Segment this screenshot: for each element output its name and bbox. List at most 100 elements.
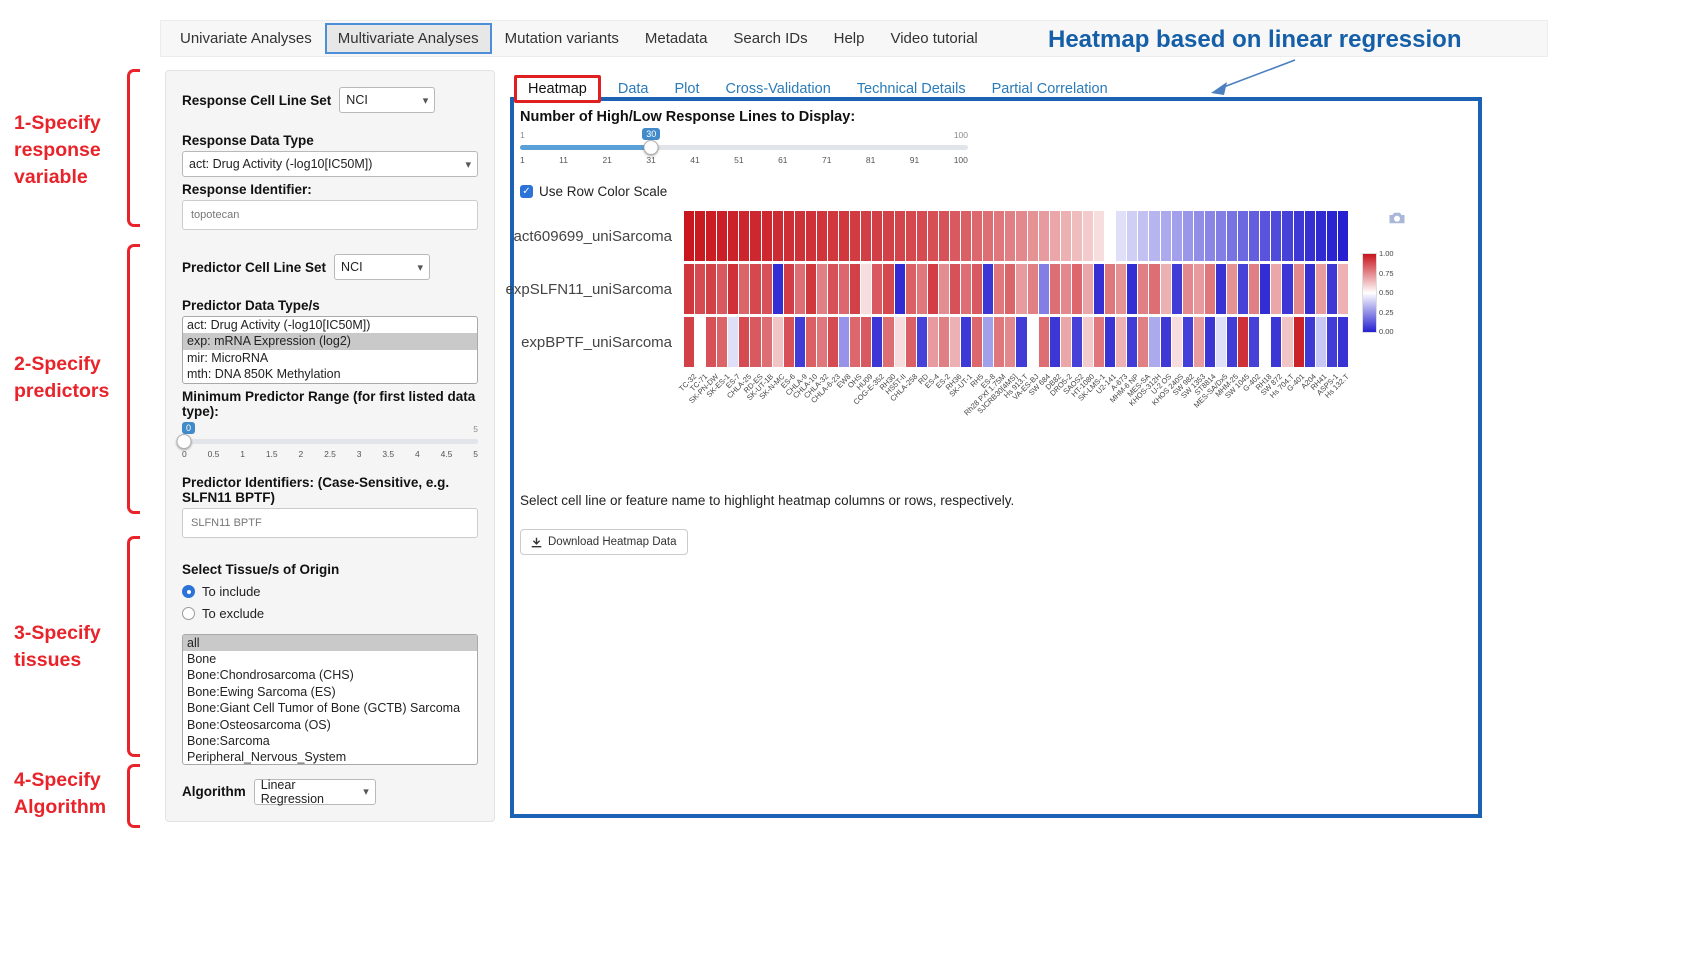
heatmap-cell-r1-c11[interactable] [795,211,805,261]
heatmap-cell-r1-c24[interactable] [939,211,949,261]
heatmap-cell-r2-c14[interactable] [828,264,838,314]
heatmap-cell-r1-c41[interactable] [1127,211,1137,261]
heatmap-cell-r2-c9[interactable] [773,264,783,314]
heatmap-cell-r2-c12[interactable] [806,264,816,314]
nav-item-search-ids[interactable]: Search IDs [720,23,820,54]
heatmap-cell-r2-c16[interactable] [850,264,860,314]
heatmap-cell-r1-c42[interactable] [1138,211,1148,261]
heatmap-cell-r3-c25[interactable] [950,317,960,367]
heatmap-cell-r2-c6[interactable] [739,264,749,314]
heatmap-cell-r1-c34[interactable] [1050,211,1060,261]
heatmap-cell-r1-c22[interactable] [917,211,927,261]
tissue-include-radio[interactable] [182,585,195,598]
heatmap-cell-r1-c9[interactable] [773,211,783,261]
heatmap-cell-r2-c43[interactable] [1149,264,1159,314]
heatmap-cell-r3-c40[interactable] [1116,317,1126,367]
heatmap-cell-r1-c43[interactable] [1149,211,1159,261]
heatmap-cell-r2-c45[interactable] [1172,264,1182,314]
heatmap-cell-r3-c18[interactable] [872,317,882,367]
heatmap-cell-r2-c19[interactable] [883,264,893,314]
heatmap-cell-r2-c13[interactable] [817,264,827,314]
heatmap-cell-r1-c8[interactable] [762,211,772,261]
heatmap-cell-r3-c41[interactable] [1127,317,1137,367]
heatmap-cell-r3-c30[interactable] [1005,317,1015,367]
nav-item-help[interactable]: Help [821,23,878,54]
heatmap-cell-r2-c57[interactable] [1305,264,1315,314]
heatmap-cell-r2-c20[interactable] [895,264,905,314]
heatmap-cell-r2-c23[interactable] [928,264,938,314]
heatmap-cell-r2-c34[interactable] [1050,264,1060,314]
heatmap-cell-r3-c24[interactable] [939,317,949,367]
heatmap-cell-r3-c48[interactable] [1205,317,1215,367]
heatmap-cell-r3-c17[interactable] [861,317,871,367]
heatmap-cell-r3-c39[interactable] [1105,317,1115,367]
heatmap-cell-r2-c4[interactable] [717,264,727,314]
camera-icon[interactable] [1388,211,1406,225]
heatmap-cell-r3-c11[interactable] [795,317,805,367]
list-option-bone-giant-cell-tumor-of-bone-gctb-sarcoma[interactable]: Bone:Giant Cell Tumor of Bone (GCTB) Sar… [183,700,477,716]
heatmap-cell-r1-c48[interactable] [1205,211,1215,261]
heatmap-cell-r3-c37[interactable] [1083,317,1093,367]
algorithm-select[interactable]: Linear Regression ▾ [254,779,376,805]
heatmap-cell-r1-c51[interactable] [1238,211,1248,261]
nav-item-univariate-analyses[interactable]: Univariate Analyses [167,23,325,54]
list-option-act-drug-activity-log10-ic50m[interactable]: act: Drug Activity (-log10[IC50M]) [183,317,477,333]
heatmap-cell-r3-c28[interactable] [983,317,993,367]
heatmap-cell-r3-c22[interactable] [917,317,927,367]
heatmap-cell-r3-c21[interactable] [906,317,916,367]
heatmap-cell-r2-c17[interactable] [861,264,871,314]
heatmap-cell-r1-c23[interactable] [928,211,938,261]
heatmap-cell-r1-c16[interactable] [850,211,860,261]
heatmap-cell-r3-c27[interactable] [972,317,982,367]
heatmap-cell-r1-c49[interactable] [1216,211,1226,261]
heatmap-cell-r1-c32[interactable] [1028,211,1038,261]
heatmap-cell-r1-c33[interactable] [1039,211,1049,261]
heatmap-cell-r1-c14[interactable] [828,211,838,261]
heatmap-cell-r1-c57[interactable] [1305,211,1315,261]
response-cell-line-set-select[interactable]: NCI ▾ [339,87,435,113]
heatmap-cell-r1-c54[interactable] [1271,211,1281,261]
heatmap-cell-r2-c40[interactable] [1116,264,1126,314]
heatmap-cell-r3-c34[interactable] [1050,317,1060,367]
heatmap-cell-r2-c51[interactable] [1238,264,1248,314]
heatmap-cell-r2-c2[interactable] [695,264,705,314]
heatmap[interactable] [684,211,1348,367]
heatmap-cell-r3-c29[interactable] [994,317,1004,367]
heatmap-cell-r3-c15[interactable] [839,317,849,367]
heatmap-cell-r2-c24[interactable] [939,264,949,314]
tab-technical-details[interactable]: Technical Details [844,76,979,102]
heatmap-cell-r2-c41[interactable] [1127,264,1137,314]
heatmap-cell-r1-c39[interactable] [1105,211,1115,261]
list-option-bone-osteosarcoma-os[interactable]: Bone:Osteosarcoma (OS) [183,717,477,733]
list-option-mth-dna-850k-methylation[interactable]: mth: DNA 850K Methylation [183,366,477,382]
heatmap-cell-r3-c55[interactable] [1282,317,1292,367]
nav-item-video-tutorial[interactable]: Video tutorial [877,23,990,54]
tab-plot[interactable]: Plot [661,76,712,102]
tab-partial-correlation[interactable]: Partial Correlation [979,76,1121,102]
heatmap-cell-r2-c1[interactable] [684,264,694,314]
heatmap-cell-r2-c54[interactable] [1271,264,1281,314]
heatmap-cell-r3-c23[interactable] [928,317,938,367]
heatmap-cell-r3-c46[interactable] [1183,317,1193,367]
heatmap-cell-r1-c19[interactable] [883,211,893,261]
heatmap-cell-r1-c6[interactable] [739,211,749,261]
heatmap-cell-r2-c22[interactable] [917,264,927,314]
heatmap-cell-r2-c52[interactable] [1249,264,1259,314]
heatmap-cell-r3-c47[interactable] [1194,317,1204,367]
heatmap-cell-r2-c28[interactable] [983,264,993,314]
heatmap-cell-r3-c12[interactable] [806,317,816,367]
heatmap-cell-r3-c32[interactable] [1028,317,1038,367]
tab-heatmap[interactable]: Heatmap [514,75,601,103]
heatmap-cell-r1-c5[interactable] [728,211,738,261]
heatmap-cell-r1-c44[interactable] [1161,211,1171,261]
heatmap-cell-r3-c31[interactable] [1016,317,1026,367]
heatmap-cell-r1-c53[interactable] [1260,211,1270,261]
heatmap-cell-r2-c60[interactable] [1338,264,1348,314]
response-data-type-select[interactable]: act: Drug Activity (-log10[IC50M]) ▾ [182,151,478,177]
heatmap-cell-r3-c51[interactable] [1238,317,1248,367]
heatmap-cell-r2-c25[interactable] [950,264,960,314]
heatmap-cell-r1-c4[interactable] [717,211,727,261]
heatmap-cell-r1-c21[interactable] [906,211,916,261]
heatmap-cell-r1-c25[interactable] [950,211,960,261]
heatmap-cell-r2-c18[interactable] [872,264,882,314]
